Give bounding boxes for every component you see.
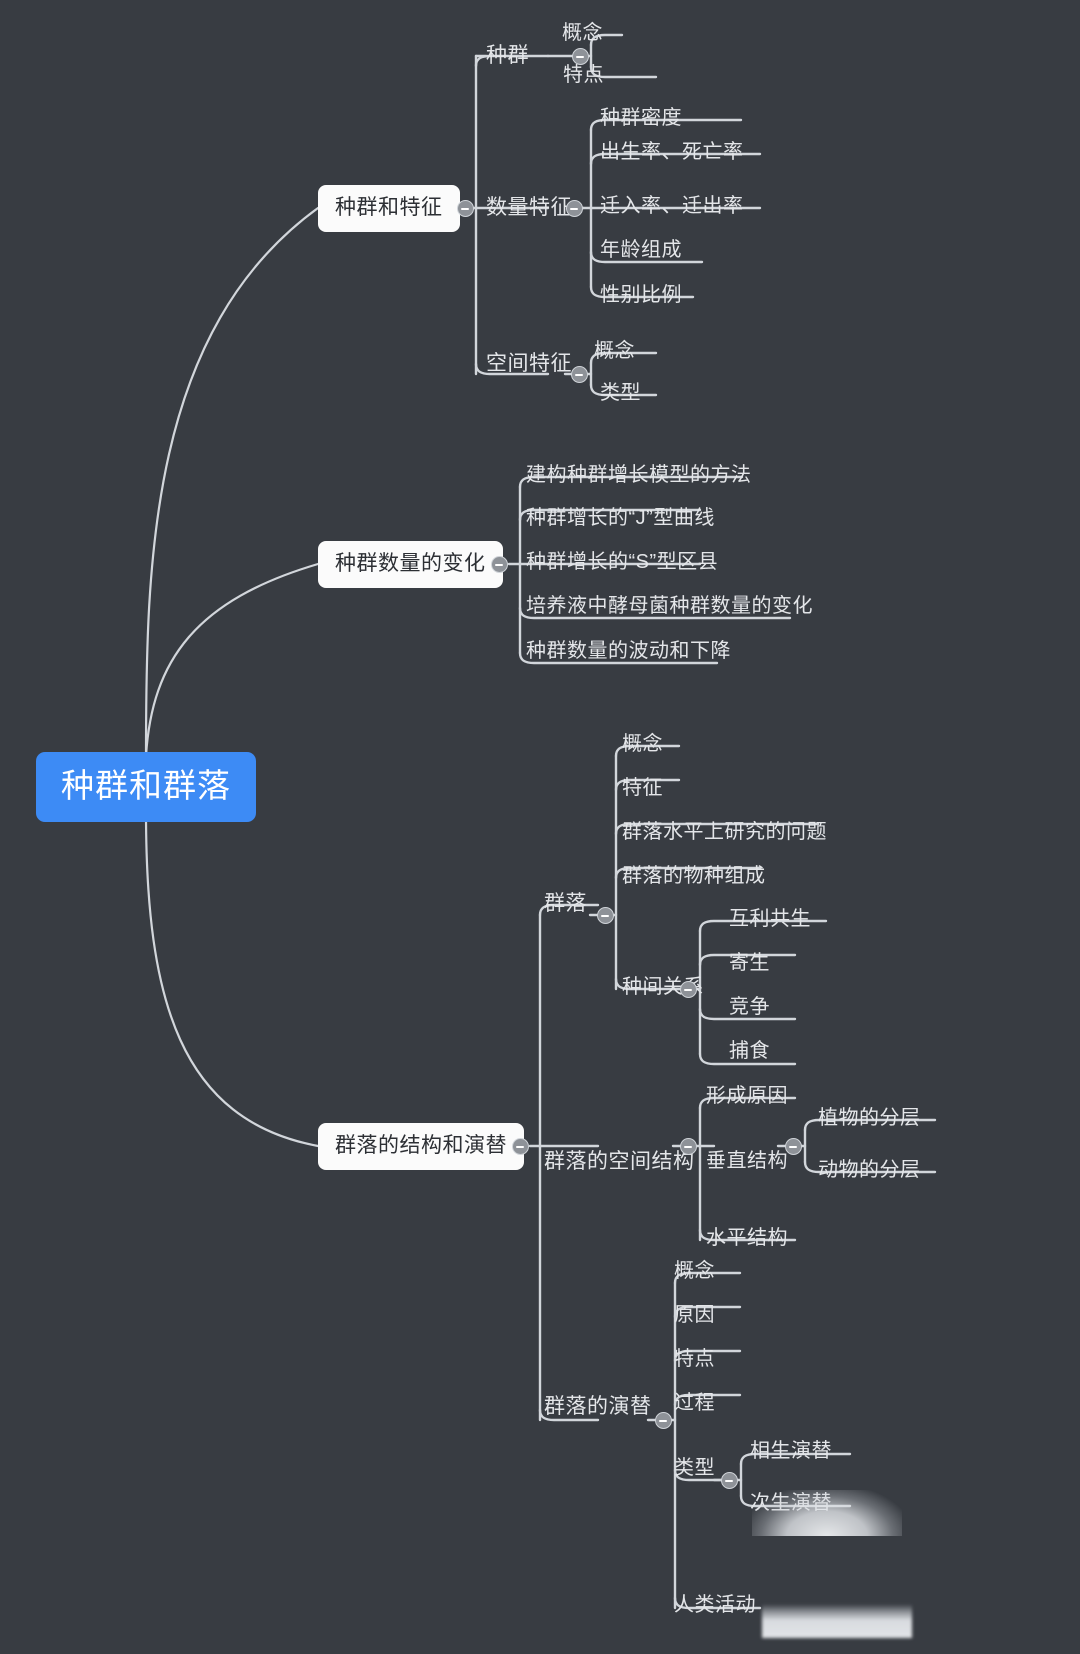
node-qianrulv-qianchulv[interactable]: 迁入率、迁出率 xyxy=(598,193,746,223)
mindmap-connectors xyxy=(144,33,937,1610)
node-jiangou-moxing-fangfa[interactable]: 建构种群增长模型的方法 xyxy=(524,462,754,492)
node-xingcheng-yuanyin[interactable]: 形成原因 xyxy=(704,1083,790,1113)
node-qunluo-shuiping-wenti[interactable]: 群落水平上研究的问题 xyxy=(620,819,829,849)
collapse-toggle-b3-c3-g5[interactable] xyxy=(721,1472,738,1489)
collapse-toggle-b3[interactable] xyxy=(512,1138,529,1155)
collapse-toggle-b1[interactable] xyxy=(457,200,474,217)
node-kongjian-leixing[interactable]: 类型 xyxy=(598,380,643,410)
node-qunluo-gainian[interactable]: 概念 xyxy=(620,731,665,761)
node-zhongqun-tedian[interactable]: 特点 xyxy=(561,62,606,92)
node-jisheng[interactable]: 寄生 xyxy=(727,950,772,980)
collapse-toggle-b3-c2-g2[interactable] xyxy=(785,1138,802,1155)
node-qunluo-tezheng[interactable]: 特征 xyxy=(620,775,665,805)
root-node[interactable]: 种群和群落 xyxy=(36,752,256,822)
node-qunluo[interactable]: 群落 xyxy=(542,890,589,921)
node-xingbie-bili[interactable]: 性别比例 xyxy=(598,282,684,312)
node-s-xing-quxian[interactable]: 种群增长的“S”型区县 xyxy=(524,549,720,579)
node-zhongqun-gainian[interactable]: 概念 xyxy=(560,20,605,50)
node-kongjian-tezheng[interactable]: 空间特征 xyxy=(484,350,574,381)
node-zhiwu-de-fenceng[interactable]: 植物的分层 xyxy=(816,1105,923,1135)
collapse-toggle-b1-c2[interactable] xyxy=(566,200,583,217)
node-chushenglv-siwanglv[interactable]: 出生率、死亡率 xyxy=(598,139,746,169)
node-yanti-tedian[interactable]: 特点 xyxy=(672,1346,717,1376)
node-shuiping-jiegou[interactable]: 水平结构 xyxy=(704,1225,790,1255)
node-bodong-he-xiajiang[interactable]: 种群数量的波动和下降 xyxy=(524,638,733,668)
node-qunluo-de-yanti[interactable]: 群落的演替 xyxy=(542,1393,654,1424)
node-yanti-leixing[interactable]: 类型 xyxy=(672,1455,717,1485)
node-zhongqun-midu[interactable]: 种群密度 xyxy=(598,105,684,135)
node-jingzheng[interactable]: 竞争 xyxy=(727,994,772,1024)
node-nianling-zucheng[interactable]: 年龄组成 xyxy=(598,237,684,267)
collapse-toggle-b3-c3[interactable] xyxy=(655,1412,672,1429)
node-xiangsheng-yanti[interactable]: 相生演替 xyxy=(748,1438,834,1468)
node-dongwu-de-fenceng[interactable]: 动物的分层 xyxy=(816,1157,923,1187)
node-peiyangye-jiaomujun[interactable]: 培养液中酵母菌种群数量的变化 xyxy=(524,593,815,623)
node-qunluo-wuzhong-zucheng[interactable]: 群落的物种组成 xyxy=(620,863,768,893)
collapse-toggle-b1-c3[interactable] xyxy=(571,366,588,383)
node-cisheng-yanti[interactable]: 次生演替 xyxy=(748,1490,834,1520)
node-chuizhi-jiegou[interactable]: 垂直结构 xyxy=(704,1148,790,1178)
branch-node-qunluo-jiegou-yanti[interactable]: 群落的结构和演替 xyxy=(318,1123,524,1170)
mindmap-canvas[interactable]: 种群和群落 种群和特征 种群 概念 特点 数量特征 种群密度 出生率、死亡率 迁… xyxy=(0,0,1080,1654)
collapse-toggle-b3-c2[interactable] xyxy=(680,1138,697,1155)
collapse-toggle-b3-c1[interactable] xyxy=(597,907,614,924)
collapse-toggle-b2[interactable] xyxy=(491,556,508,573)
node-j-xing-quxian[interactable]: 种群增长的“J”型曲线 xyxy=(524,505,717,535)
collapse-toggle-b3-c1-g5[interactable] xyxy=(680,981,697,998)
node-renlei-huodong[interactable]: 人类活动 xyxy=(672,1592,758,1622)
watermark-smudge-lower xyxy=(762,1604,912,1638)
node-bushi[interactable]: 捕食 xyxy=(727,1038,772,1068)
node-yanti-yuanyin[interactable]: 原因 xyxy=(672,1302,717,1332)
branch-node-zhongqun-he-tezheng[interactable]: 种群和特征 xyxy=(318,185,460,232)
node-kongjian-gainian[interactable]: 概念 xyxy=(592,338,637,368)
branch-node-zhongqun-shuliang-bianhua[interactable]: 种群数量的变化 xyxy=(318,541,503,588)
node-shuliang-tezheng[interactable]: 数量特征 xyxy=(484,194,574,225)
node-yanti-guocheng[interactable]: 过程 xyxy=(672,1390,717,1420)
node-yanti-gainian[interactable]: 概念 xyxy=(672,1258,717,1288)
node-qunluo-kongjian-jiegou[interactable]: 群落的空间结构 xyxy=(542,1148,697,1179)
node-zhongqun[interactable]: 种群 xyxy=(484,42,531,73)
node-huli-gongsheng[interactable]: 互利共生 xyxy=(727,906,813,936)
